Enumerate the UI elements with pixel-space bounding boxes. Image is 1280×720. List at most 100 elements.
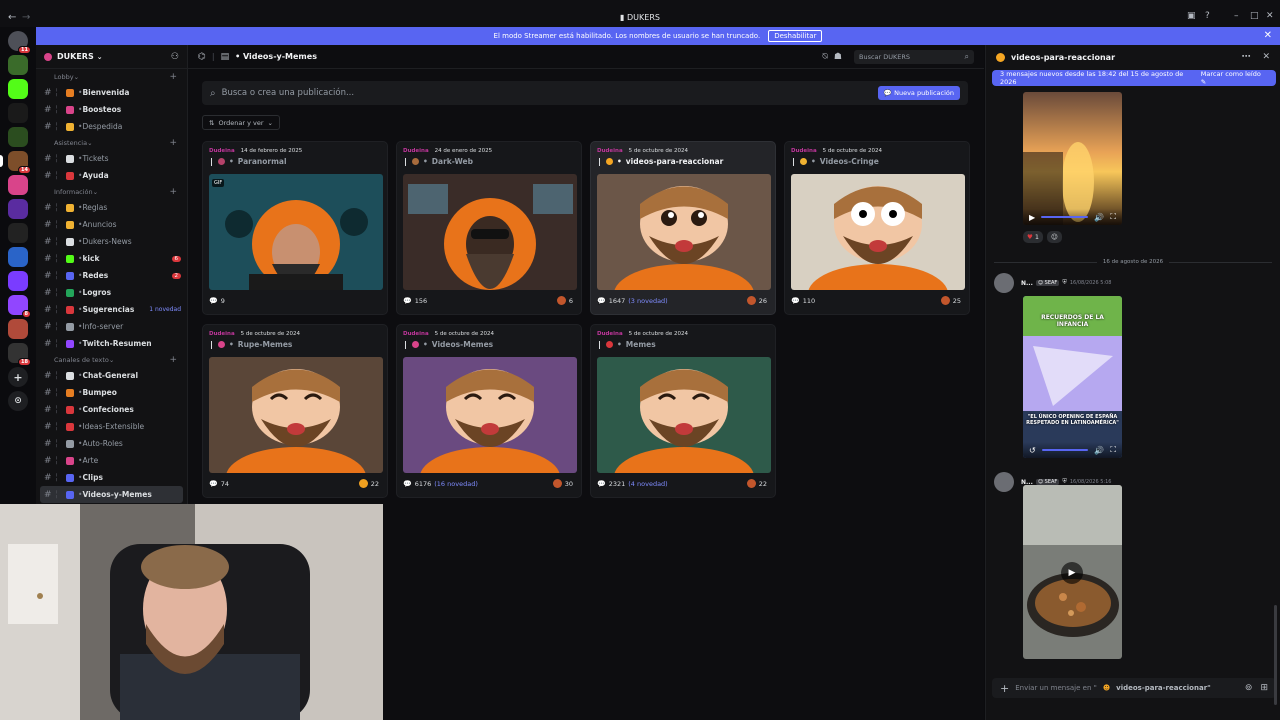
sidebar-channel[interactable]: # ╎ • Despedida bbox=[36, 118, 187, 135]
more-options-icon[interactable]: ⋯ bbox=[1241, 52, 1250, 62]
disable-streamer-button[interactable]: Deshabilitar bbox=[768, 30, 823, 42]
volume-slider[interactable] bbox=[1041, 449, 1089, 451]
forum-post-card[interactable]: Dudeina 5 de octubre de 2024 • Videos-Memes… bbox=[396, 324, 582, 498]
forum-post-card[interactable]: Dudeina 5 de octubre de 2024 • videos-para-… bbox=[590, 141, 776, 315]
add-reaction-button[interactable]: ☺ bbox=[1046, 231, 1062, 243]
post-author[interactable]: Dudeina bbox=[209, 148, 235, 154]
sidebar-channel[interactable]: # ╎ • Auto-Roles bbox=[36, 435, 187, 452]
sidebar-channel[interactable]: # ╎ • Ayuda bbox=[36, 167, 187, 184]
add-server-button[interactable]: + bbox=[8, 367, 28, 387]
sidebar-channel[interactable]: # ╎ • Twitch-Resumen bbox=[36, 335, 187, 352]
replay-icon[interactable]: ↺ bbox=[1029, 446, 1036, 455]
server-icon[interactable] bbox=[8, 103, 28, 123]
close-window-icon[interactable]: ✕ bbox=[1266, 11, 1274, 21]
gift-icon[interactable]: ⊚ bbox=[1245, 683, 1253, 693]
heart-reaction[interactable]: ♥ 1 bbox=[1023, 231, 1043, 243]
post-author[interactable]: Dudeina bbox=[597, 331, 623, 337]
members-icon[interactable]: ☗ bbox=[834, 52, 842, 62]
apps-icon[interactable]: ⊞ bbox=[1260, 683, 1268, 693]
server-icon[interactable] bbox=[8, 319, 28, 339]
post-reaction[interactable]: 6 bbox=[556, 296, 573, 305]
mute-icon[interactable]: ⍉ bbox=[823, 52, 828, 62]
channel-category[interactable]: Canales de texto ⌄ + bbox=[36, 352, 187, 367]
post-author[interactable]: Dudeina bbox=[597, 148, 623, 154]
message-composer[interactable]: + Enviar un mensaje en " ☻ videos-para-r… bbox=[992, 678, 1276, 698]
new-messages-bar[interactable]: 3 mensajes nuevos desde las 18:42 del 15… bbox=[992, 70, 1276, 86]
avatar[interactable] bbox=[994, 472, 1014, 492]
close-banner-icon[interactable]: ✕ bbox=[1264, 30, 1272, 41]
sidebar-channel[interactable]: # ╎ • Confeciones bbox=[36, 401, 187, 418]
forum-post-card[interactable]: Dudeina 5 de octubre de 2024 • Videos-Cring… bbox=[784, 141, 970, 315]
channel-category[interactable]: Asistencia ⌄ + bbox=[36, 135, 187, 150]
sidebar-channel[interactable]: # ╎ • Dukers-News bbox=[36, 233, 187, 250]
server-icon[interactable] bbox=[8, 55, 28, 75]
post-reaction[interactable]: 22 bbox=[746, 479, 767, 488]
create-channel-icon[interactable]: + bbox=[169, 138, 177, 148]
sidebar-channel[interactable]: # ╎ • Boosteos bbox=[36, 101, 187, 118]
post-reaction[interactable]: 26 bbox=[746, 296, 767, 305]
new-post-button[interactable]: 💬 Nueva publicación bbox=[877, 86, 960, 100]
server-icon[interactable]: 11 bbox=[8, 31, 31, 54]
sidebar-channel[interactable]: # ╎ • Ideas-Extensible bbox=[36, 418, 187, 435]
post-author[interactable]: Dudeina bbox=[403, 148, 429, 154]
server-icon[interactable] bbox=[8, 247, 28, 267]
sidebar-channel[interactable]: # ╎ • Reglas bbox=[36, 199, 187, 216]
minimize-icon[interactable]: – bbox=[1234, 11, 1239, 21]
create-channel-icon[interactable]: + bbox=[169, 72, 177, 82]
post-author[interactable]: Dudeina bbox=[403, 331, 429, 337]
sidebar-channel[interactable]: # ╎ • Info-server bbox=[36, 318, 187, 335]
post-thumbnail[interactable] bbox=[403, 174, 577, 290]
create-channel-icon[interactable]: + bbox=[169, 355, 177, 365]
forum-post-card[interactable]: Dudeina 14 de febrero de 2025 • Paranormal G… bbox=[202, 141, 388, 315]
avatar[interactable] bbox=[994, 273, 1014, 293]
discover-button[interactable]: ⊙ bbox=[8, 391, 28, 411]
create-channel-icon[interactable]: + bbox=[169, 187, 177, 197]
sidebar-channel[interactable]: # ╎ • Tickets bbox=[36, 150, 187, 167]
server-icon[interactable] bbox=[8, 79, 28, 99]
add-user-icon[interactable]: ⚇ bbox=[171, 52, 179, 62]
volume-icon[interactable]: 🔊 bbox=[1094, 446, 1104, 455]
server-icon[interactable]: 18 bbox=[8, 343, 31, 366]
sidebar-channel[interactable]: # ╎ • Bienvenida bbox=[36, 84, 187, 101]
server-icon[interactable] bbox=[8, 199, 28, 219]
help-icon[interactable]: ? bbox=[1205, 11, 1210, 21]
post-thumbnail[interactable] bbox=[403, 357, 577, 473]
sidebar-channel[interactable]: # ╎ • Clips bbox=[36, 469, 187, 486]
play-button-icon[interactable]: ▶ bbox=[1061, 562, 1083, 584]
guild-header[interactable]: DUKERS ⌄ ⚇ bbox=[36, 45, 187, 69]
sidebar-channel[interactable]: # ╎ • Redes 2 bbox=[36, 267, 187, 284]
post-author[interactable]: Dudeina bbox=[791, 148, 817, 154]
forum-post-card[interactable]: Dudeina 5 de octubre de 2024 • Memes 💬 2321 (4… bbox=[590, 324, 776, 498]
post-thumbnail[interactable] bbox=[791, 174, 965, 290]
post-thumbnail[interactable] bbox=[209, 357, 383, 473]
server-icon[interactable]: 8 bbox=[8, 295, 31, 318]
forum-post-card[interactable]: Dudeina 5 de octubre de 2024 • Rupe-Memes 💬 7… bbox=[202, 324, 388, 498]
post-author[interactable]: Dudeina bbox=[209, 331, 235, 337]
search-input[interactable]: Buscar DUKERS ⌕ bbox=[854, 49, 974, 64]
add-attachment-icon[interactable]: + bbox=[1000, 682, 1009, 695]
maximize-icon[interactable]: □ bbox=[1250, 11, 1259, 21]
server-icon[interactable] bbox=[8, 175, 28, 195]
post-reaction[interactable]: 25 bbox=[940, 296, 961, 305]
server-icon[interactable] bbox=[8, 271, 28, 291]
close-panel-icon[interactable]: ✕ bbox=[1262, 52, 1270, 62]
forum-post-card[interactable]: Dudeina 24 de enero de 2025 • Dark-Web 💬 156 6 bbox=[396, 141, 582, 315]
scrollbar[interactable] bbox=[1274, 605, 1277, 705]
channel-category[interactable]: Lobby ⌄ + bbox=[36, 69, 187, 84]
cooking-video[interactable]: ▶ bbox=[1023, 485, 1122, 659]
sidebar-channel[interactable]: # ╎ • Sugerencias 1 novedad bbox=[36, 301, 187, 318]
threads-icon[interactable]: ⌬ bbox=[198, 52, 206, 62]
volume-slider[interactable] bbox=[1041, 216, 1089, 218]
volume-icon[interactable]: 🔊 bbox=[1094, 213, 1104, 222]
post-thumbnail[interactable] bbox=[597, 174, 771, 290]
post-reaction[interactable]: 30 bbox=[552, 479, 573, 488]
inbox-icon[interactable]: ▣ bbox=[1187, 11, 1196, 21]
channel-category[interactable]: Información ⌄ + bbox=[36, 184, 187, 199]
username[interactable]: N... bbox=[1021, 280, 1033, 287]
fullscreen-icon[interactable]: ⛶ bbox=[1110, 212, 1116, 222]
sidebar-channel[interactable]: # ╎ • Anuncios bbox=[36, 216, 187, 233]
sunset-video[interactable]: ▶ 🔊 ⛶ bbox=[1023, 92, 1122, 225]
sort-view-button[interactable]: ⇅ Ordenar y ver ⌄ bbox=[202, 115, 280, 130]
sidebar-channel[interactable]: # ╎ • Logros bbox=[36, 284, 187, 301]
sidebar-channel[interactable]: # ╎ • Arte bbox=[36, 452, 187, 469]
